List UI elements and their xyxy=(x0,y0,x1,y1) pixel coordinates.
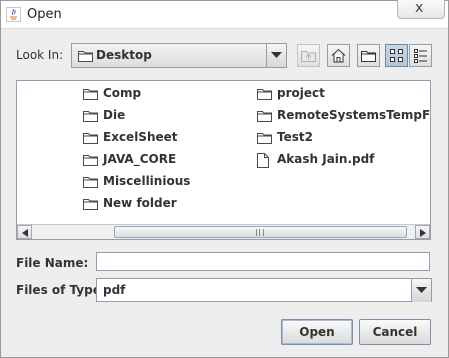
details-view-icon xyxy=(414,49,427,63)
look-in-value: Desktop xyxy=(96,48,152,62)
close-button[interactable]: x xyxy=(397,0,445,19)
list-item-label: ExcelSheet xyxy=(103,130,178,144)
java-app-icon xyxy=(6,7,21,22)
list-view-button[interactable] xyxy=(385,44,408,67)
close-icon: x xyxy=(415,0,424,16)
folder-icon xyxy=(83,153,98,169)
folder-icon xyxy=(83,197,98,213)
folder-icon xyxy=(257,109,272,125)
grip-icon xyxy=(256,229,264,236)
open-button[interactable]: Open xyxy=(281,319,353,345)
arrow-left-icon xyxy=(22,229,28,237)
list-item-label: Comp xyxy=(103,86,142,100)
arrow-right-icon xyxy=(420,229,426,237)
home-icon xyxy=(331,48,346,63)
window-title: Open xyxy=(27,7,62,22)
horizontal-scrollbar[interactable] xyxy=(17,224,430,239)
list-item-label: New folder xyxy=(103,196,177,210)
home-button[interactable] xyxy=(327,44,350,67)
folder-icon xyxy=(78,51,93,62)
list-item-label: Miscellinious xyxy=(103,174,191,188)
list-item-label: Die xyxy=(103,108,126,122)
file-icon xyxy=(257,153,269,171)
list-view-icon xyxy=(390,49,403,62)
list-item-label: RemoteSystemsTempFiles xyxy=(277,108,431,122)
new-folder-button[interactable] xyxy=(357,44,380,67)
cancel-button[interactable]: Cancel xyxy=(359,319,431,345)
files-of-type-value: pdf xyxy=(103,283,126,297)
file-list[interactable]: Comp Die ExcelSheet JAVA_CORE Miscellinious N… xyxy=(16,80,431,240)
files-of-type-dropdown-button[interactable] xyxy=(411,279,431,302)
folder-icon xyxy=(83,87,98,103)
scroll-left-button[interactable] xyxy=(17,225,32,239)
folder-icon xyxy=(257,87,272,103)
scroll-right-button[interactable] xyxy=(415,225,430,239)
list-item-label: project xyxy=(277,86,325,100)
folder-icon xyxy=(83,131,98,147)
file-name-label: File Name: xyxy=(16,256,89,270)
file-name-input[interactable] xyxy=(96,252,430,271)
open-dialog: Open x Look In: Desktop Comp Die ExcelSh… xyxy=(0,0,449,358)
list-item-label: Test2 xyxy=(277,130,313,144)
folder-icon xyxy=(83,175,98,191)
chevron-down-icon xyxy=(271,52,282,58)
details-view-button[interactable] xyxy=(409,44,432,67)
scrollbar-thumb[interactable] xyxy=(114,226,407,238)
folder-icon xyxy=(257,131,272,147)
list-item-label: JAVA_CORE xyxy=(103,152,177,166)
up-one-level-button[interactable] xyxy=(297,44,320,67)
title-bar[interactable]: Open x xyxy=(1,0,448,29)
folder-up-icon xyxy=(301,51,316,62)
list-item-label: Akash Jain.pdf xyxy=(277,152,375,166)
look-in-dropdown-button[interactable] xyxy=(266,44,286,67)
look-in-combo[interactable]: Desktop xyxy=(71,43,287,68)
files-of-type-label: Files of Type: xyxy=(16,283,106,297)
look-in-label: Look In: xyxy=(16,48,64,62)
chevron-down-icon xyxy=(416,287,427,293)
files-of-type-combo[interactable]: pdf xyxy=(96,278,432,302)
folder-icon xyxy=(83,109,98,125)
new-folder-icon xyxy=(361,51,376,62)
